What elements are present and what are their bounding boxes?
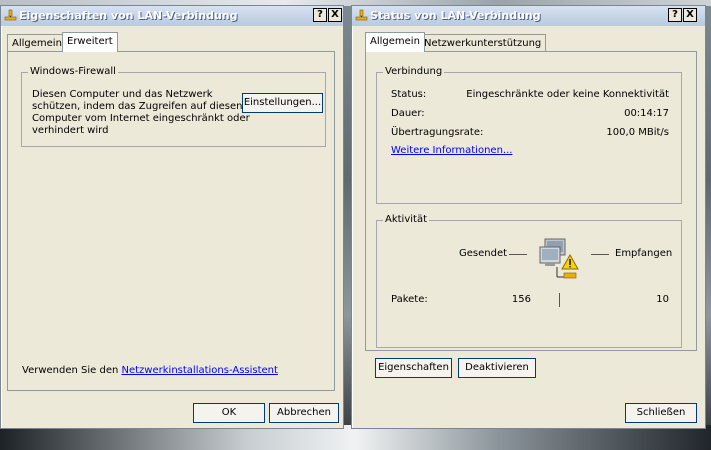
- status-label: Status:: [391, 89, 427, 100]
- window-title: Eigenschaften von LAN-Verbindung: [19, 9, 238, 22]
- disable-button[interactable]: Deaktivieren: [458, 358, 536, 378]
- close-button[interactable]: X: [683, 8, 697, 22]
- window-title: Status von LAN-Verbindung: [370, 9, 541, 22]
- cancel-button[interactable]: Abbrechen: [269, 403, 339, 423]
- received-line: [591, 254, 609, 255]
- activity-legend: Aktivität: [383, 214, 429, 225]
- help-button[interactable]: ?: [313, 8, 327, 22]
- tab-allgemein[interactable]: Allgemein: [365, 32, 425, 52]
- properties-window: Eigenschaften von LAN-Verbindung ? X All…: [0, 5, 344, 429]
- properties-titlebar[interactable]: Eigenschaften von LAN-Verbindung ? X: [1, 6, 343, 26]
- tab-panel: Verbindung Status: Eingeschränkte oder k…: [365, 51, 697, 351]
- close-button[interactable]: X: [328, 8, 342, 22]
- properties-button[interactable]: Eigenschaften: [375, 358, 452, 378]
- settings-button[interactable]: Einstellungen...: [242, 93, 323, 113]
- status-value: Eingeschränkte oder keine Konnektivität: [466, 89, 669, 100]
- activity-group: Aktivität Gesendet Empfangen Pakete: 156: [376, 214, 682, 348]
- connection-group: Verbindung Status: Eingeschränkte oder k…: [376, 66, 682, 204]
- assistant-prefix: Verwenden Sie den: [22, 365, 122, 376]
- packets-label: Pakete:: [391, 294, 428, 305]
- more-info-link[interactable]: Weitere Informationen...: [391, 145, 512, 156]
- firewall-legend: Windows-Firewall: [28, 66, 118, 77]
- rate-value: 100,0 MBit/s: [606, 127, 669, 138]
- sent-line: [509, 254, 527, 255]
- firewall-group: Windows-Firewall Diesen Computer und das…: [21, 66, 326, 147]
- duration-label: Dauer:: [391, 108, 425, 119]
- firewall-text-line: schützen, indem das Zugreifen auf diesen: [32, 101, 243, 112]
- firewall-text-line: Computer vom Internet eingeschränkt oder: [32, 113, 250, 124]
- duration-value: 00:14:17: [624, 108, 669, 119]
- ok-button[interactable]: OK: [193, 403, 265, 423]
- sent-label: Gesendet: [459, 248, 508, 259]
- firewall-text-line: Diesen Computer und das Netzwerk: [32, 89, 213, 100]
- close-dialog-button[interactable]: Schließen: [625, 403, 697, 423]
- network-activity-icon: [539, 238, 579, 279]
- tab-allgemein[interactable]: Allgemein: [7, 34, 67, 52]
- tab-panel: Windows-Firewall Diesen Computer und das…: [7, 51, 335, 391]
- assistant-link[interactable]: Netzwerkinstallations-Assistent: [122, 365, 278, 376]
- firewall-text-line: verhindert wird: [32, 125, 109, 136]
- status-titlebar[interactable]: Status von LAN-Verbindung ? X: [352, 6, 705, 26]
- help-button[interactable]: ?: [668, 8, 682, 22]
- rate-label: Übertragungsrate:: [391, 127, 484, 138]
- assistant-text: Verwenden Sie den Netzwerkinstallations-…: [22, 365, 278, 376]
- received-packets-value: 10: [656, 294, 669, 305]
- network-connection-icon: [355, 9, 368, 21]
- status-window: Status von LAN-Verbindung ? X Allgemein …: [351, 5, 706, 429]
- connection-legend: Verbindung: [383, 66, 445, 77]
- tab-erweitert[interactable]: Erweitert: [62, 32, 118, 52]
- tab-netzwerkunterstuetzung[interactable]: Netzwerkunterstützung: [419, 34, 547, 52]
- sent-packets-value: 156: [511, 294, 531, 305]
- packet-divider: [559, 293, 560, 307]
- received-label: Empfangen: [615, 248, 673, 259]
- network-connection-icon: [4, 9, 17, 21]
